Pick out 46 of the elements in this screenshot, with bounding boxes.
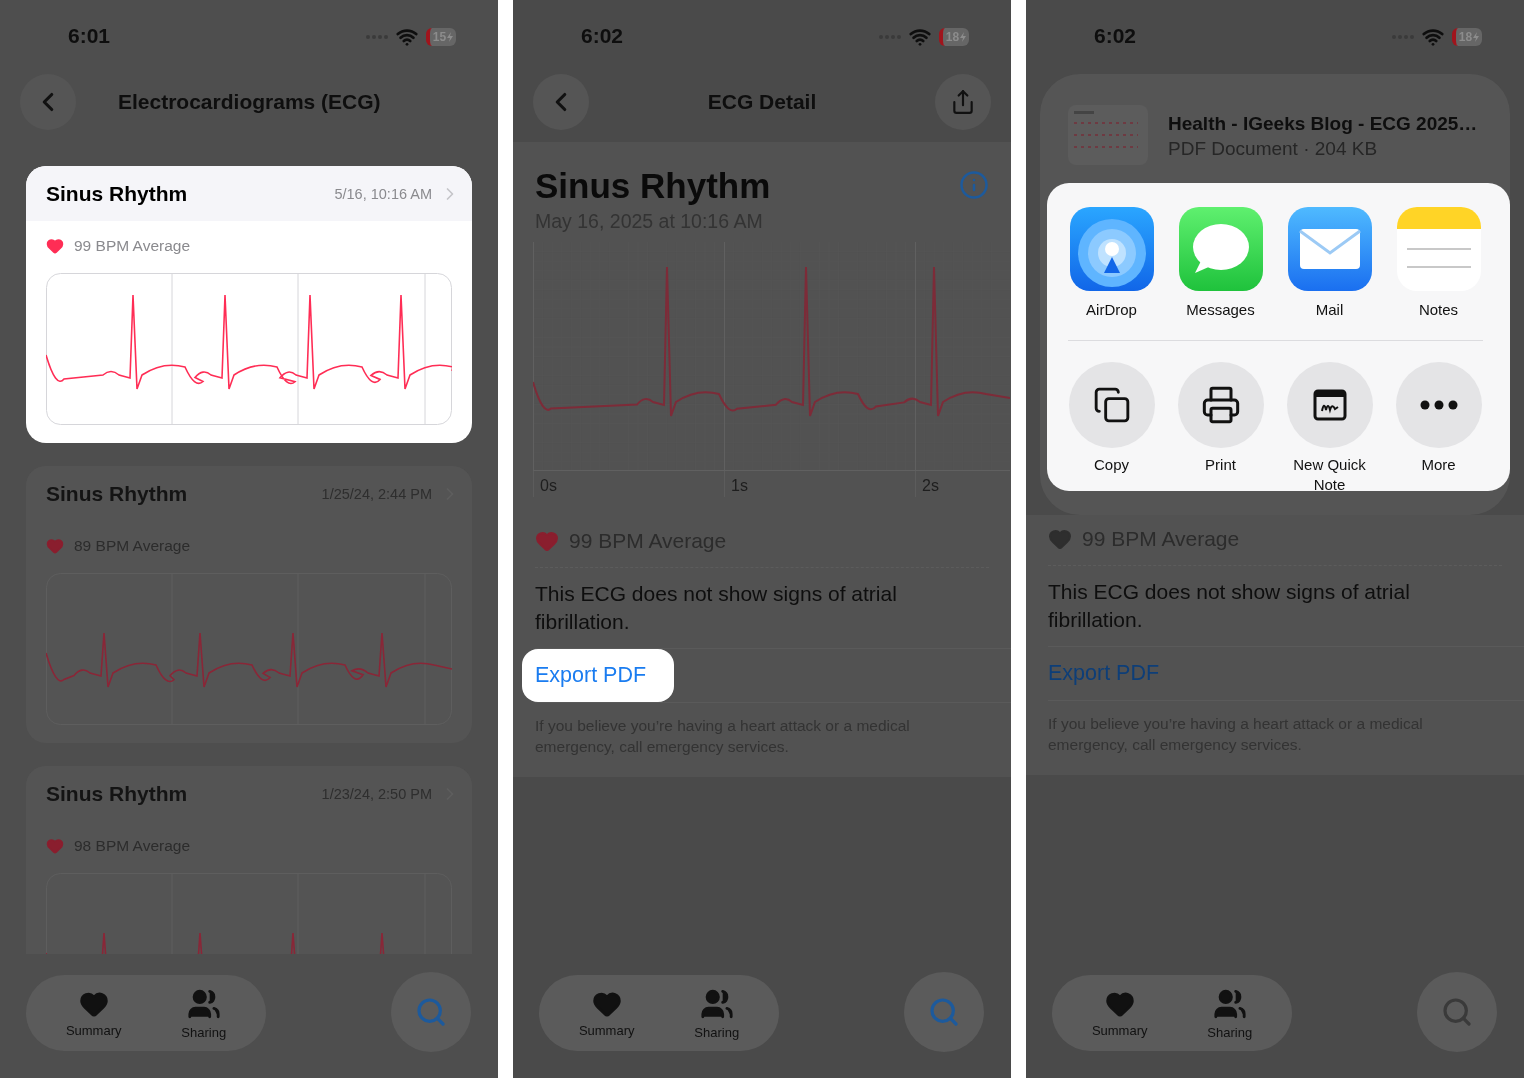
notes-icon[interactable] [1396, 207, 1481, 291]
wifi-icon [396, 26, 418, 48]
search-icon [415, 996, 447, 1028]
printer-icon [1200, 385, 1241, 425]
ecg-finding: This ECG does not show signs of atrial fibrillation. [1048, 579, 1411, 633]
mail-icon[interactable] [1287, 207, 1372, 291]
wifi-icon [909, 26, 931, 48]
status-time: 6:02 [1094, 24, 1137, 48]
messages-icon[interactable] [1178, 207, 1263, 291]
average-heart-rate: 99 BPM Average [74, 237, 191, 255]
tab-item[interactable]: Summary [578, 988, 635, 1038]
tab-item[interactable]: Summary [1091, 988, 1148, 1038]
file-name: Health - IGeeks Blog - ECG 2025… [1168, 113, 1478, 135]
recording-title: Sinus Rhythm [46, 481, 189, 506]
search-icon [1441, 996, 1473, 1028]
share-app[interactable]: Mail [1275, 207, 1384, 320]
share-app[interactable]: AirDrop [1057, 207, 1166, 320]
more-icon [1419, 400, 1458, 410]
export-pdf-link[interactable]: Export PDF [522, 649, 675, 702]
heart-icon [46, 237, 64, 255]
search-icon [928, 996, 960, 1028]
heart-icon [46, 537, 64, 555]
airdrop-icon[interactable] [1069, 207, 1154, 291]
screen-title: Electrocardiograms (ECG) [118, 90, 381, 114]
tab-item[interactable]: Sharing [694, 986, 740, 1040]
tab-item[interactable]: Sharing [1207, 986, 1253, 1040]
recording-card[interactable]: Sinus Rhythm 5/16, 10:16 AM 99 BPM Average [26, 166, 472, 443]
status-time: 6:02 [581, 24, 624, 48]
quick-note-icon [1312, 389, 1347, 421]
rhythm-classification: Sinus Rhythm [535, 166, 771, 206]
heart-icon [46, 837, 64, 855]
share-icon [950, 89, 976, 115]
wifi-icon [1422, 26, 1444, 48]
heart-icon [535, 529, 559, 553]
share-app[interactable]: Notes [1384, 207, 1493, 320]
tab-item[interactable]: Sharing [181, 986, 227, 1040]
share-app[interactable]: Messages [1166, 207, 1275, 320]
recording-title: Sinus Rhythm [46, 781, 189, 806]
recording-date: 5/16, 10:16 AM [334, 185, 432, 202]
ecg-finding: This ECG does not show signs of atrial fibrillation. [535, 581, 898, 635]
status-time: 6:01 [68, 24, 111, 48]
copy-icon [1092, 386, 1131, 424]
recording-title: Sinus Rhythm [46, 181, 189, 206]
heart-icon [1048, 527, 1072, 551]
screen-title: ECG Detail [706, 90, 818, 114]
tab-item[interactable]: Summary [65, 988, 122, 1038]
